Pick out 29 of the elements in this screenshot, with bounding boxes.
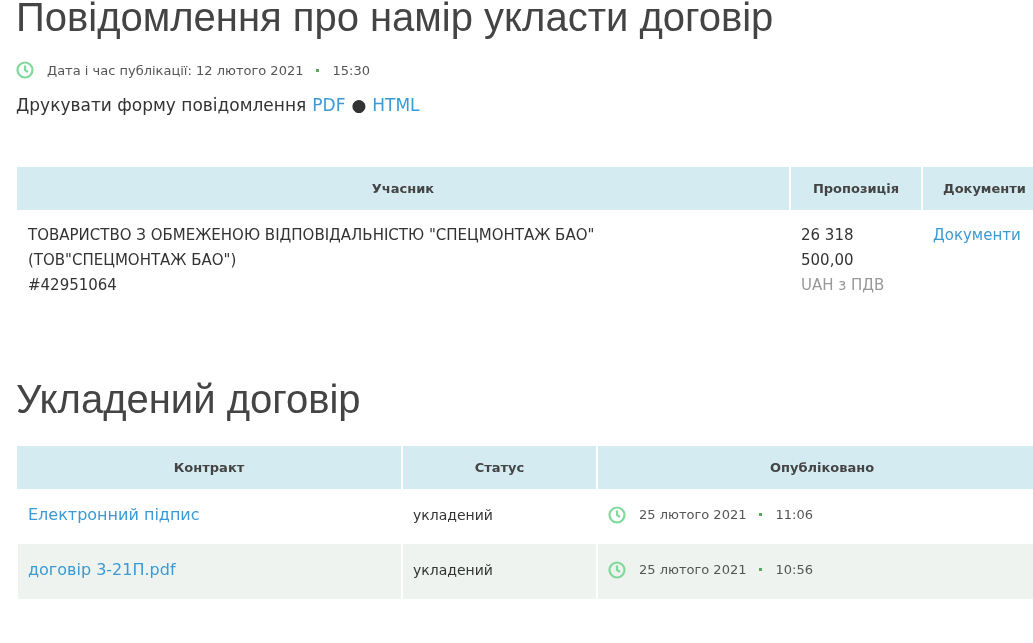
column-header: Контракт [17,446,402,489]
participant-name: ТОВАРИСТВО З ОБМЕЖЕНОЮ ВІДПОВІДАЛЬНІСТЮ "СПЕЦМОНТАЖ БАО" (ТОВ"СПЕЦМОНТАЖ БАО") #42951064 [28,225,596,296]
clock-icon [16,61,34,79]
clock-icon [608,560,626,579]
link-separator: ● [351,95,367,115]
publication-date: Дата і час публікації: 12 лютого 2021 [47,62,304,78]
bid-amount: 26 318 500,00 [801,225,855,271]
published-date: 25 лютого 2021 [639,562,747,577]
column-header: Опубліковано [597,446,1033,489]
column-header: Документи [922,167,1033,210]
column-header: Статус [402,446,597,489]
column-header: Пропозиція [790,167,922,210]
contract-link[interactable]: Електронний підпис [28,505,200,524]
column-header: Учасник [17,167,790,210]
status-text: укладений [413,506,493,523]
status-text: укладений [413,561,493,578]
documents-link[interactable]: Документи [933,226,1021,244]
print-label: Друкувати форму повідомлення [16,95,307,115]
section-title: Укладений договір [16,376,362,422]
publication-time: 15:30 [332,62,370,78]
clock-icon [608,505,626,524]
print-link[interactable]: PDF [312,95,346,115]
published-time: 11:06 [775,507,813,522]
contract-link[interactable]: договір 3-21П.pdf [28,560,176,579]
published-date: 25 лютого 2021 [639,507,747,522]
page-title: Повідомлення про намір укласти договір [16,0,775,37]
print-link[interactable]: HTML [372,95,420,115]
currency-label: UAH з ПДВ [801,275,886,296]
published-time: 10:56 [775,562,813,577]
